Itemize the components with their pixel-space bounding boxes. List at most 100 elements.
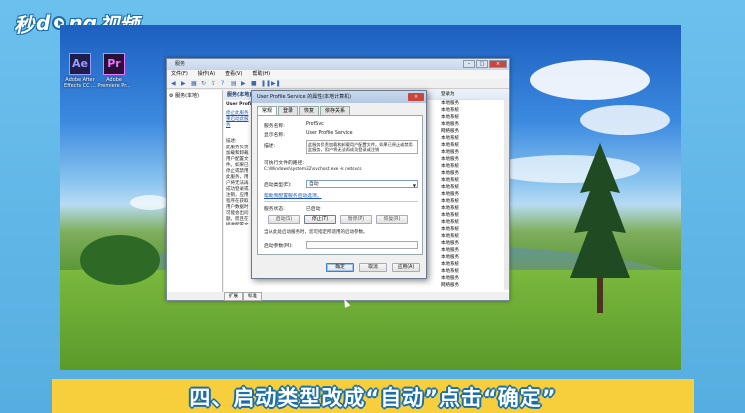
general-tab-panel: 服务名称: ProfSvc 显示名称: User Profile Service… bbox=[257, 115, 423, 255]
login-as-cell: 本地服务 bbox=[441, 241, 459, 246]
display-name-row: 显示名称: User Profile Service bbox=[264, 131, 353, 138]
login-as-cell: 本地系统 bbox=[441, 185, 459, 190]
after-effects-icon: Ae bbox=[69, 53, 91, 75]
login-as-column: 登录为 本地服务 本地系统 本地系统 本地服务 网络服务 本地系统 本地系统 本地服务 本地服务… bbox=[439, 90, 479, 290]
services-title-bar[interactable]: 服务 – □ × bbox=[167, 59, 509, 70]
restart-service-link[interactable]: 重启动此服务 bbox=[226, 117, 252, 129]
description-label: 描述: bbox=[264, 144, 276, 149]
login-as-cell: 本地服务 bbox=[441, 192, 459, 197]
service-status-label: 服务状态: bbox=[264, 207, 285, 212]
login-as-cell: 本地系统 bbox=[441, 115, 459, 120]
menu-help[interactable]: 帮助(H) bbox=[252, 70, 270, 79]
pause-button[interactable]: 暂停(P) bbox=[340, 215, 372, 224]
view-tabs: 扩展 标准 bbox=[224, 292, 262, 301]
properties-icon[interactable]: ▤ bbox=[231, 80, 238, 87]
start-params-input[interactable] bbox=[306, 241, 418, 249]
menu-bar: 文件(F) 操作(A) 查看(V) 帮助(H) bbox=[167, 70, 509, 79]
login-as-cell: 本地服务 bbox=[441, 157, 459, 162]
premiere-icon: Pr bbox=[103, 53, 125, 75]
service-name-value: ProfSvc bbox=[306, 122, 324, 127]
dialog-tabs: 常规 登录 恢复 依存关系 bbox=[257, 106, 426, 115]
tab-recovery[interactable]: 恢复 bbox=[299, 106, 320, 115]
export-icon[interactable]: ⇪ bbox=[211, 80, 218, 87]
path-row: C:\Windows\system32\svchost.exe -k netsv… bbox=[264, 167, 362, 172]
startup-help-link[interactable]: 帮助我配置服务启动选项。 bbox=[264, 192, 322, 199]
close-button[interactable]: × bbox=[489, 60, 507, 68]
restart-service-icon[interactable]: ▶❚ bbox=[271, 80, 281, 87]
panel-icon[interactable]: ▦ bbox=[191, 80, 198, 87]
window-controls: – □ × bbox=[463, 60, 507, 68]
console-tree: ⚙ 服务(本地) bbox=[167, 90, 223, 292]
login-as-cell: 本地系统 bbox=[441, 164, 459, 169]
start-params-label: 启动参数(M): bbox=[264, 244, 293, 249]
column-header-login[interactable]: 登录为 bbox=[439, 90, 479, 100]
video-frame: 秒 d ng 视频 Ae Adobe After Effects CC ... … bbox=[0, 0, 745, 413]
dialog-footer: 确定 取消 应用(A) bbox=[326, 263, 420, 272]
toolbar: ◀ ▶ ▦ ↻ ⇪ ? ▤ ▶ ■ ❚❚ ▶❚ bbox=[167, 79, 509, 89]
startup-type-select[interactable]: 自动 ▼ bbox=[306, 180, 418, 188]
window-title: 服务 bbox=[175, 61, 186, 67]
login-as-cell: 本地系统 bbox=[441, 108, 459, 113]
cancel-button[interactable]: 取消 bbox=[359, 263, 387, 272]
tab-dependencies[interactable]: 依存关系 bbox=[320, 106, 351, 115]
login-as-cell: 本地系统 bbox=[441, 143, 459, 148]
login-as-cell: 本地系统 bbox=[441, 178, 459, 183]
login-as-cell: 本地系统 bbox=[441, 220, 459, 225]
display-name-value: User Profile Service bbox=[306, 131, 353, 136]
login-as-cell: 本地服务 bbox=[441, 150, 459, 155]
display-name-label: 显示名称: bbox=[264, 133, 285, 138]
tab-logon[interactable]: 登录 bbox=[278, 106, 299, 115]
service-control-buttons: 启动(S) 停止(T) 暂停(P) 恢复(R) bbox=[268, 215, 408, 224]
description-box: 此服务负责加载和卸载用户配置文件。如果已停止或禁用此服务，用户将无法再成功登录或… bbox=[306, 140, 418, 154]
startup-type-value: 自动 bbox=[309, 182, 319, 187]
vertical-scrollbar[interactable] bbox=[504, 100, 509, 290]
tab-extended[interactable]: 扩展 bbox=[224, 292, 243, 301]
cloud-shape bbox=[130, 195, 170, 210]
forward-icon[interactable]: ▶ bbox=[181, 80, 188, 87]
apply-button[interactable]: 应用(A) bbox=[392, 263, 420, 272]
menu-file[interactable]: 文件(F) bbox=[171, 70, 188, 79]
dialog-title: User Profile Service 的属性(本地计算机) bbox=[257, 94, 352, 100]
login-as-cell: 本地系统 bbox=[441, 136, 459, 141]
tab-general[interactable]: 常规 bbox=[257, 106, 278, 115]
service-status-row: 服务状态: 已启动 bbox=[264, 205, 320, 212]
menu-view[interactable]: 查看(V) bbox=[225, 70, 242, 79]
service-name-row: 服务名称: ProfSvc bbox=[264, 122, 324, 129]
cloud-shape bbox=[530, 60, 650, 100]
stop-service-icon[interactable]: ■ bbox=[251, 80, 258, 87]
menu-action[interactable]: 操作(A) bbox=[198, 70, 215, 79]
path-label-row: 可执行文件的路径: bbox=[264, 159, 304, 166]
executable-path-label: 可执行文件的路径: bbox=[264, 161, 304, 166]
ok-button[interactable]: 确定 bbox=[326, 263, 354, 272]
resume-button[interactable]: 恢复(R) bbox=[376, 215, 408, 224]
back-icon[interactable]: ◀ bbox=[171, 80, 178, 87]
bush-shape bbox=[80, 235, 160, 285]
pause-service-icon[interactable]: ❚❚ bbox=[261, 80, 271, 87]
dialog-close-button[interactable]: × bbox=[408, 93, 424, 101]
service-name-label: 服务名称: bbox=[264, 124, 285, 129]
stop-button[interactable]: 停止(T) bbox=[304, 215, 336, 224]
cloud-shape bbox=[580, 105, 670, 135]
desktop-icon-premiere[interactable]: Pr Adobe Premiere Pr... bbox=[97, 53, 131, 89]
start-service-icon[interactable]: ▶ bbox=[241, 80, 248, 87]
hint-row: 当从此处启动服务时，您可指定所适用的启动参数。 bbox=[264, 229, 368, 235]
selected-service-name: User Profi bbox=[226, 102, 252, 107]
desktop-icon-label: Adobe After Effects CC ... bbox=[64, 77, 96, 89]
maximize-button[interactable]: □ bbox=[476, 60, 488, 68]
login-as-cell: 本地服务 bbox=[441, 255, 459, 260]
tab-standard[interactable]: 标准 bbox=[243, 292, 262, 301]
description-row: 描述: bbox=[264, 142, 306, 149]
desktop-icon-after-effects[interactable]: Ae Adobe After Effects CC ... bbox=[63, 53, 97, 89]
params-row: 启动参数(M): bbox=[264, 242, 306, 249]
dialog-title-bar[interactable]: User Profile Service 的属性(本地计算机) × bbox=[252, 91, 426, 103]
login-as-cell: 本地服务 bbox=[441, 122, 459, 127]
refresh-icon[interactable]: ↻ bbox=[201, 80, 208, 87]
help-icon[interactable]: ? bbox=[221, 80, 228, 87]
login-as-cell: 本地系统 bbox=[441, 213, 459, 218]
start-button[interactable]: 启动(S) bbox=[268, 215, 300, 224]
pine-tree-shape bbox=[570, 143, 630, 313]
tree-item-services[interactable]: ⚙ 服务(本地) bbox=[169, 92, 220, 99]
description-text: 此服务负责加载和卸载用户配置文件。如果已停止或禁用此服务，用户将无法再成功登录或… bbox=[226, 145, 249, 225]
minimize-button[interactable]: – bbox=[463, 60, 475, 68]
login-as-cell: 本地系统 bbox=[441, 262, 459, 267]
